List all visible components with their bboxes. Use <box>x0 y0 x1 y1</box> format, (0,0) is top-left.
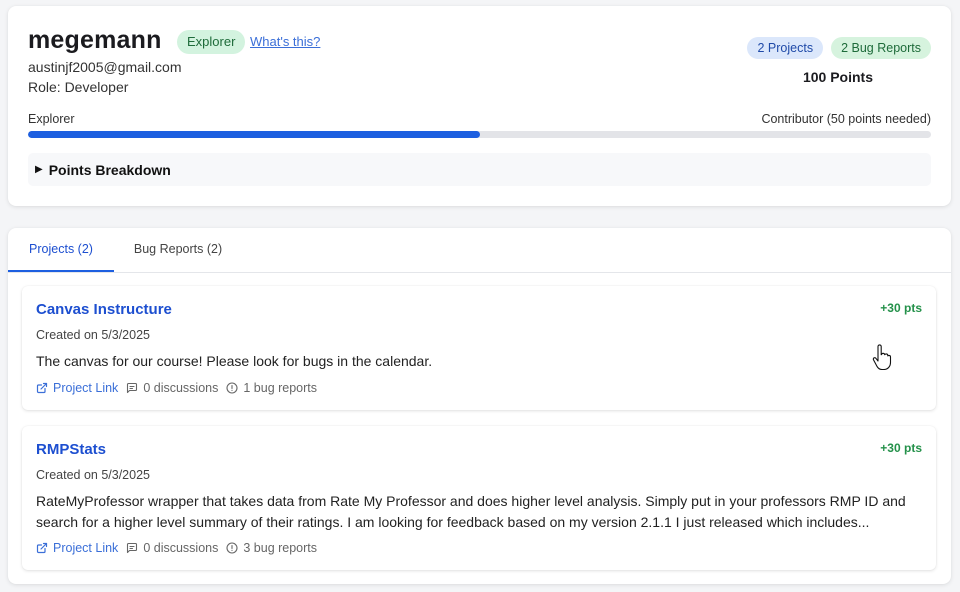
project-title-link[interactable]: RMPStats <box>36 441 106 458</box>
tier-badge: Explorer <box>177 30 246 54</box>
next-level-label: Contributor (50 points needed) <box>761 112 931 126</box>
alert-circle-icon <box>226 382 238 394</box>
stat-badges: 2 Projects 2 Bug Reports <box>747 37 931 59</box>
points-total: 100 Points <box>802 69 873 85</box>
project-description: The canvas for our course! Please look f… <box>36 353 433 369</box>
discussions-count: 0 discussions <box>126 381 218 395</box>
bug-reports-label: 3 bug reports <box>243 541 318 555</box>
points-breakdown-toggle[interactable]: ▶ Points Breakdown <box>28 153 931 186</box>
project-title-link[interactable]: Canvas Instructure <box>36 301 172 318</box>
projects-count-badge: 2 Projects <box>747 37 824 59</box>
project-link[interactable]: Project Link <box>36 541 118 555</box>
triangle-right-icon: ▶ <box>35 164 43 175</box>
profile-card: megemann Explorer What's this? austinjf2… <box>8 6 951 206</box>
username: megemann <box>28 26 162 54</box>
user-role: Role: Developer <box>28 79 129 95</box>
external-link-icon <box>36 382 48 394</box>
bug-reports-count: 1 bug reports <box>226 381 317 395</box>
discussions-label: 0 discussions <box>143 381 219 395</box>
project-meta: Project Link 0 discussions 1 bug reports <box>36 381 325 395</box>
level-progress-fill <box>28 131 480 138</box>
project-points: +30 pts <box>880 301 922 315</box>
project-card: RMPStats +30 pts Created on 5/3/2025 Rat… <box>22 426 936 570</box>
tab-bug-reports[interactable]: Bug Reports (2) <box>116 228 240 272</box>
user-email: austinjf2005@gmail.com <box>28 59 182 75</box>
project-link-label: Project Link <box>53 381 119 395</box>
project-created-date: Created on 5/3/2025 <box>36 328 150 342</box>
project-link-label: Project Link <box>53 541 119 555</box>
bug-reports-count-badge: 2 Bug Reports <box>831 37 931 59</box>
project-link[interactable]: Project Link <box>36 381 118 395</box>
content-card: Projects (2) Bug Reports (2) Canvas Inst… <box>8 228 951 584</box>
external-link-icon <box>36 542 48 554</box>
project-created-date: Created on 5/3/2025 <box>36 468 150 482</box>
bug-reports-count: 3 bug reports <box>226 541 317 555</box>
hand-pointer-icon <box>872 344 892 370</box>
tab-bar: Projects (2) Bug Reports (2) <box>8 228 951 273</box>
project-meta: Project Link 0 discussions 3 bug reports <box>36 541 325 555</box>
level-progress-bar <box>28 131 931 138</box>
tab-projects[interactable]: Projects (2) <box>8 228 114 272</box>
alert-circle-icon <box>226 542 238 554</box>
project-description: RateMyProfessor wrapper that takes data … <box>36 493 906 530</box>
whats-this-link[interactable]: What's this? <box>250 34 320 49</box>
discussions-label: 0 discussions <box>143 541 219 555</box>
bug-reports-label: 1 bug reports <box>243 381 318 395</box>
comment-icon <box>127 542 138 554</box>
project-card: Canvas Instructure +30 pts Created on 5/… <box>22 286 936 410</box>
current-level-label: Explorer <box>28 112 75 126</box>
points-breakdown-label: Points Breakdown <box>48 161 171 178</box>
project-points: +30 pts <box>880 441 922 455</box>
discussions-count: 0 discussions <box>126 541 218 555</box>
comment-icon <box>127 382 138 394</box>
